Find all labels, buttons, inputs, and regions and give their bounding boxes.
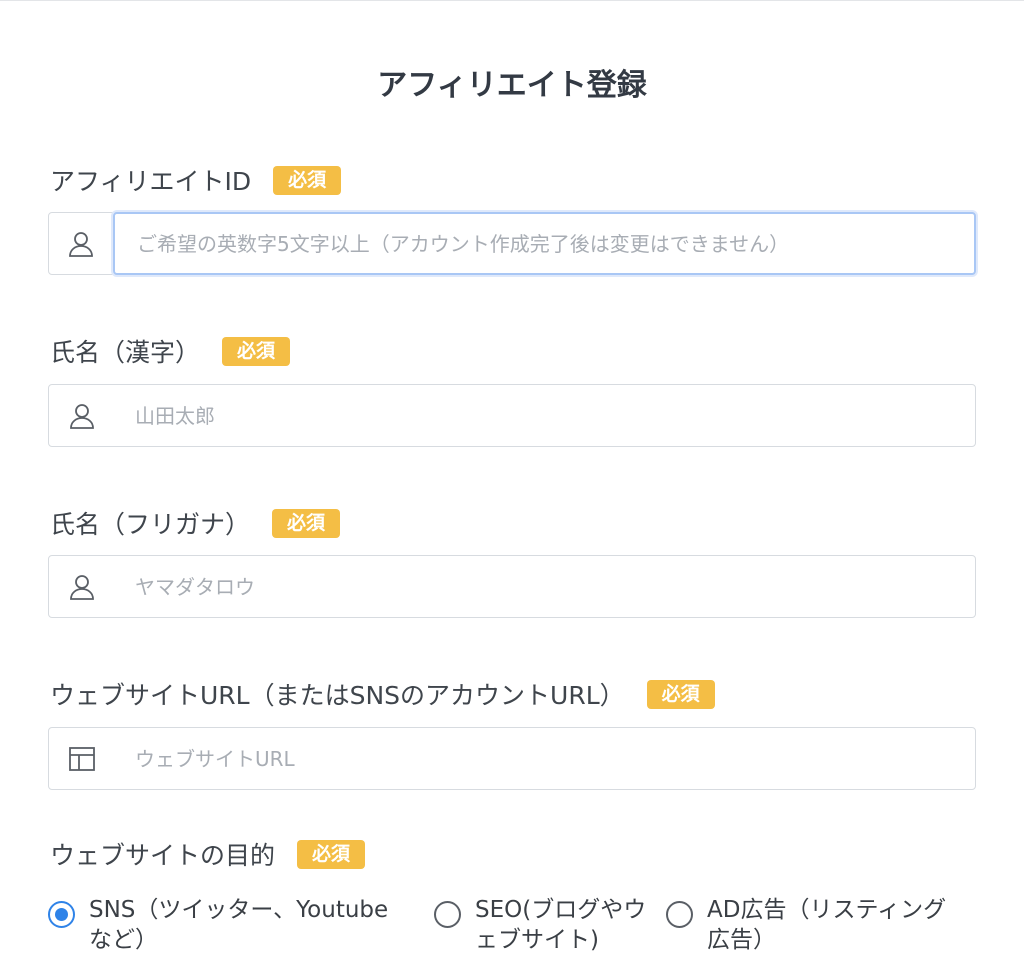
name-kana-field <box>48 555 976 618</box>
purpose-radio-group: SNS（ツイッター、Youtube など） SEO(ブログやウ ェブサイト) A… <box>48 895 988 955</box>
required-badge: 必須 <box>273 165 342 195</box>
website-url-label-row: ウェブサイトURL（またはSNSのアカウントURL） 必須 <box>50 676 715 712</box>
purpose-option-sns[interactable]: SNS（ツイッター、Youtube など） <box>48 895 434 955</box>
purpose-option-label: SNS（ツイッター、Youtube など） <box>89 895 388 955</box>
purpose-option-ad[interactable]: AD広告（リスティング 広告） <box>666 895 976 955</box>
required-badge: 必須 <box>646 679 715 709</box>
affiliate-id-input[interactable] <box>113 212 976 275</box>
required-badge: 必須 <box>222 336 291 366</box>
website-url-field <box>48 727 976 790</box>
user-icon <box>49 556 115 617</box>
purpose-label-row: ウェブサイトの目的 必須 <box>50 836 366 872</box>
page-title: アフィリエイト登録 <box>377 68 647 103</box>
name-kanji-label: 氏名（漢字） <box>50 338 201 367</box>
name-kanji-field <box>48 384 976 447</box>
purpose-option-line: など） <box>89 927 158 953</box>
purpose-option-line: SEO(ブログやウ <box>475 897 647 923</box>
user-icon <box>49 213 113 274</box>
purpose-option-label: SEO(ブログやウ ェブサイト) <box>475 895 646 955</box>
user-icon <box>49 385 115 446</box>
purpose-option-label: AD広告（リスティング 広告） <box>707 895 946 955</box>
website-url-input[interactable] <box>115 728 975 789</box>
radio-button[interactable] <box>434 901 461 928</box>
affiliate-id-label-row: アフィリエイトID 必須 <box>50 162 342 198</box>
name-kanji-label-row: 氏名（漢字） 必須 <box>50 333 291 369</box>
layout-icon <box>49 728 115 789</box>
purpose-option-line: SNS（ツイッター、Youtube <box>89 897 389 923</box>
purpose-option-line: 広告） <box>707 927 776 953</box>
required-badge: 必須 <box>297 839 366 869</box>
purpose-label: ウェブサイトの目的 <box>50 841 276 870</box>
affiliate-id-field <box>48 212 976 275</box>
name-kanji-input[interactable] <box>115 385 975 446</box>
name-kana-input[interactable] <box>115 556 975 617</box>
radio-button-checked[interactable] <box>48 901 75 928</box>
purpose-option-seo[interactable]: SEO(ブログやウ ェブサイト) <box>434 895 666 955</box>
purpose-option-line: AD広告（リスティング <box>707 897 947 923</box>
purpose-option-line: ェブサイト) <box>475 927 599 953</box>
required-badge: 必須 <box>272 508 341 538</box>
radio-button[interactable] <box>666 901 693 928</box>
name-kana-label: 氏名（フリガナ） <box>50 510 251 539</box>
website-url-label: ウェブサイトURL（またはSNSのアカウントURL） <box>50 681 625 710</box>
affiliate-id-label: アフィリエイトID <box>50 167 252 196</box>
name-kana-label-row: 氏名（フリガナ） 必須 <box>50 505 341 541</box>
top-divider <box>0 0 1024 1</box>
